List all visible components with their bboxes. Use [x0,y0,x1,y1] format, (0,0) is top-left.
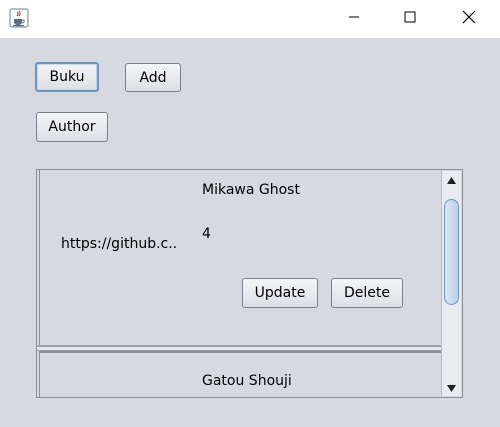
list-item: Mikawa Ghost https://github.c.. 4 Update… [39,170,441,345]
scrollbar-thumb[interactable] [444,199,459,305]
buku-button[interactable]: Buku [35,62,99,92]
add-button[interactable]: Add [125,63,181,92]
title-bar [0,0,500,38]
minimize-button[interactable] [331,0,377,38]
book-list-scrollpane[interactable]: Mikawa Ghost https://github.c.. 4 Update… [36,169,463,398]
book-title: Mikawa Ghost [202,182,300,198]
book-url: https://github.c.. [61,236,178,252]
chevron-up-icon [447,172,456,188]
chevron-down-icon [447,380,456,396]
list-item: Gatou Shouji [39,351,441,397]
vertical-scrollbar[interactable] [441,171,461,396]
main-panel: Buku Add Author Mikawa Ghost https://git… [0,38,500,427]
maximize-icon [404,11,416,27]
scroll-down-button[interactable] [442,379,461,396]
minimize-icon [348,11,360,27]
close-icon [462,10,476,28]
book-title: Gatou Shouji [202,373,292,389]
scroll-up-button[interactable] [442,171,461,188]
maximize-button[interactable] [387,0,433,38]
delete-button[interactable]: Delete [331,278,403,308]
update-button[interactable]: Update [242,278,318,308]
author-button[interactable]: Author [36,112,108,142]
close-button[interactable] [446,0,492,38]
book-count: 4 [202,226,211,242]
app-window: Buku Add Author Mikawa Ghost https://git… [0,0,500,427]
java-cup-icon [9,8,29,28]
